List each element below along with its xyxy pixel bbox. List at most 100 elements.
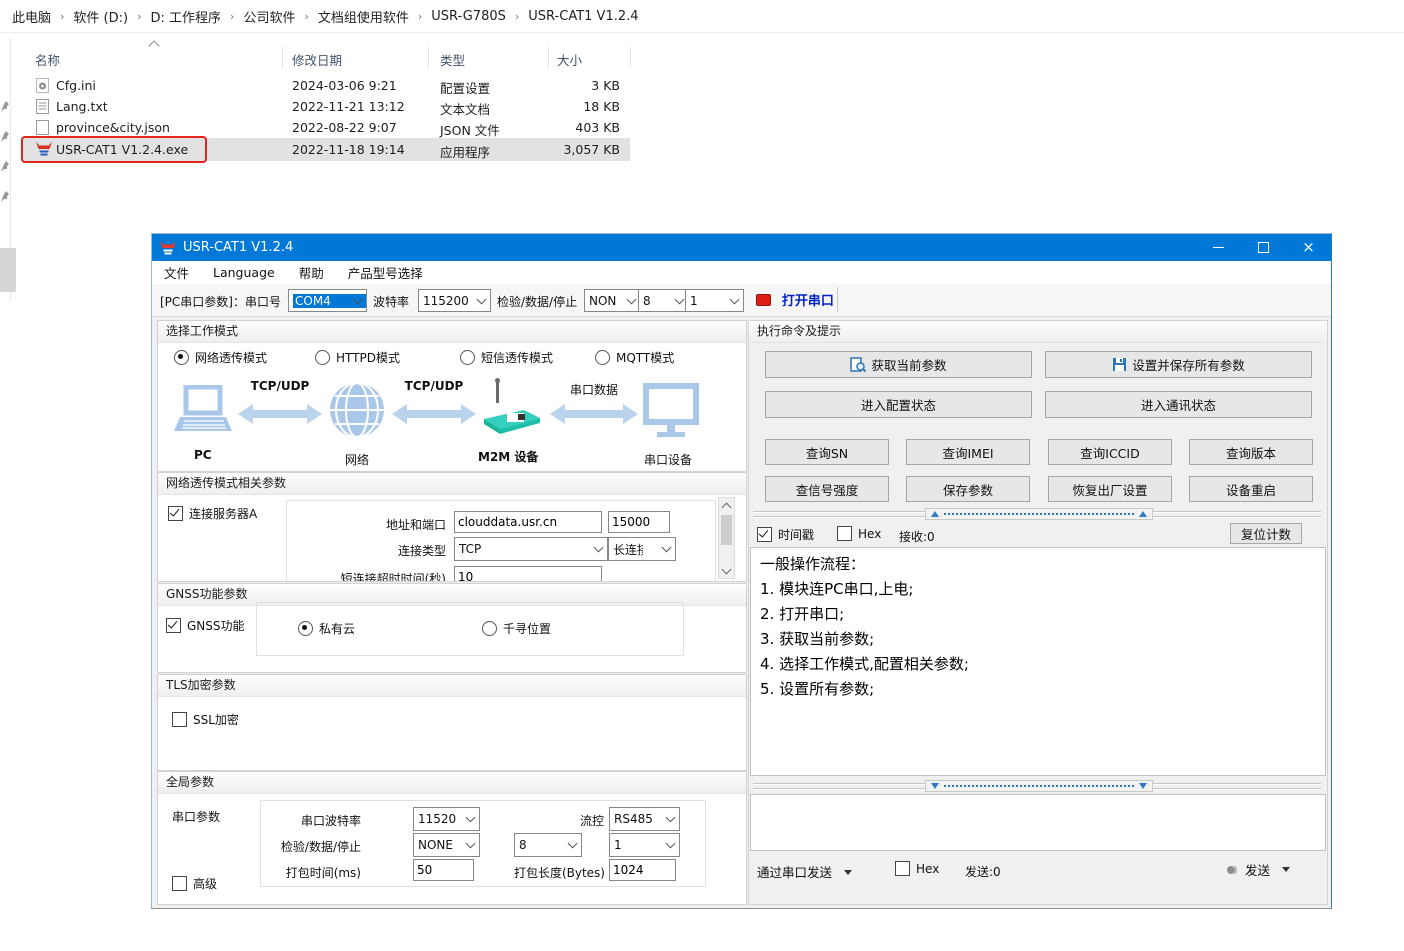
serial-data-bits-select[interactable]: 8 xyxy=(514,833,582,857)
column-header-date[interactable]: 修改日期 xyxy=(292,50,342,69)
send-via-dropdown[interactable]: 通过串口发送 xyxy=(757,862,852,881)
pin-icon xyxy=(0,190,10,203)
radio-private-cloud[interactable]: 私有云 xyxy=(298,620,355,637)
conn-keep-value: 长连接 xyxy=(613,541,643,558)
pack-time-label: 打包时间(ms) xyxy=(277,864,361,881)
column-separator[interactable] xyxy=(548,47,549,67)
pin-icon xyxy=(0,100,10,113)
query-signal-button[interactable]: 查信号强度 xyxy=(765,476,889,502)
column-separator[interactable] xyxy=(630,47,631,67)
data-bits-select[interactable]: 8 xyxy=(638,289,689,312)
stop-bits-select[interactable]: 1 xyxy=(685,289,744,312)
short-conn-timeout-input[interactable] xyxy=(454,566,602,582)
checkbox-unchecked-icon xyxy=(837,526,852,541)
scroll-down-button[interactable] xyxy=(719,563,734,578)
table-row[interactable]: province&city.json 2022-08-22 9:07 JSON … xyxy=(22,117,630,138)
radio-mqtt-mode[interactable]: MQTT模式 xyxy=(595,349,674,366)
checkbox-unchecked-icon xyxy=(172,876,187,891)
gnss-enable-checkbox[interactable]: GNSS功能 xyxy=(166,617,245,634)
query-version-button[interactable]: 查询版本 xyxy=(1189,439,1313,465)
serial-stop-bits-select[interactable]: 1 xyxy=(609,833,680,857)
radio-off-icon xyxy=(482,621,497,636)
breadcrumb-item[interactable]: 此电脑 xyxy=(12,7,51,26)
query-sn-button[interactable]: 查询SN xyxy=(765,439,889,465)
device-reboot-button[interactable]: 设备重启 xyxy=(1189,476,1313,502)
reset-count-button[interactable]: 复位计数 xyxy=(1230,523,1302,544)
menu-item-language[interactable]: Language xyxy=(213,265,275,280)
server-address-input[interactable] xyxy=(454,511,602,533)
enter-config-button[interactable]: 进入配置状态 xyxy=(765,391,1032,418)
send-input-area[interactable] xyxy=(750,794,1326,851)
checkbox-label: Hex xyxy=(858,527,881,541)
splitter-horizontal[interactable] xyxy=(753,508,1321,520)
table-row-selected[interactable]: USR-CAT1 V1.2.4.exe 2022-11-18 19:14 应用程… xyxy=(22,138,630,161)
menu-item-help[interactable]: 帮助 xyxy=(299,263,324,282)
pack-length-input[interactable] xyxy=(609,859,676,881)
splitter-handle[interactable] xyxy=(925,780,1153,792)
radio-net-transparent-mode[interactable]: 网络透传模式 xyxy=(174,349,267,366)
parity-select[interactable]: NONE xyxy=(584,289,641,312)
scroll-up-button[interactable] xyxy=(719,498,734,513)
checkbox-label: 连接服务器A xyxy=(189,505,257,522)
menu-item-product-model[interactable]: 产品型号选择 xyxy=(348,263,423,282)
collapse-down-icon[interactable] xyxy=(1139,783,1147,789)
column-header-size[interactable]: 大小 xyxy=(557,50,582,69)
maximize-button[interactable] xyxy=(1241,234,1286,261)
splitter-handle[interactable] xyxy=(925,508,1153,520)
title-bar[interactable]: USR-CAT1 V1.2.4 × xyxy=(152,234,1331,261)
radio-sms-mode[interactable]: 短信透传模式 xyxy=(460,349,553,366)
menu-item-file[interactable]: 文件 xyxy=(164,263,189,282)
factory-reset-button[interactable]: 恢复出厂设置 xyxy=(1048,476,1172,502)
collapse-down-icon[interactable] xyxy=(931,783,939,789)
com-port-select[interactable]: COM4 xyxy=(288,289,367,312)
column-header-type[interactable]: 类型 xyxy=(440,50,465,69)
advanced-checkbox[interactable]: 高级 xyxy=(172,875,217,892)
scrollbar-fragment[interactable] xyxy=(0,248,16,292)
column-header-name[interactable]: 名称 xyxy=(35,50,60,69)
save-params-button[interactable]: 保存参数 xyxy=(906,476,1030,502)
get-params-button[interactable]: 获取当前参数 xyxy=(765,351,1032,378)
breadcrumb-item[interactable]: USR-CAT1 V1.2.4 xyxy=(528,9,638,24)
connect-server-a-checkbox[interactable]: 连接服务器A xyxy=(168,505,257,522)
ssl-checkbox[interactable]: SSL加密 xyxy=(172,711,239,728)
receive-hex-checkbox[interactable]: Hex xyxy=(837,526,881,541)
send-button[interactable]: 发送 xyxy=(1225,860,1290,879)
breadcrumb-item[interactable]: D: 工作程序 xyxy=(151,7,222,26)
flow-control-select[interactable]: RS485 xyxy=(609,807,680,831)
close-button[interactable]: × xyxy=(1286,234,1331,261)
serial-parity-select[interactable]: NONE xyxy=(413,833,480,857)
table-row[interactable]: Lang.txt 2022-11-21 13:12 文本文档 18 KB xyxy=(22,96,630,117)
pack-time-input[interactable] xyxy=(413,859,474,881)
minimize-button[interactable] xyxy=(1196,234,1241,261)
conn-type-select[interactable]: TCP xyxy=(454,537,608,561)
enter-comm-button[interactable]: 进入通讯状态 xyxy=(1045,391,1312,418)
server-port-input[interactable] xyxy=(608,511,670,533)
radio-qianxun[interactable]: 千寻位置 xyxy=(482,620,551,637)
open-serial-button[interactable]: 打开串口 xyxy=(756,290,834,309)
chevron-down-icon xyxy=(1282,867,1290,872)
query-iccid-button[interactable]: 查询ICCID xyxy=(1048,439,1172,465)
breadcrumb-item[interactable]: 软件 (D:) xyxy=(73,7,128,26)
radio-httpd-mode[interactable]: HTTPD模式 xyxy=(315,349,400,366)
breadcrumb-item[interactable]: 公司软件 xyxy=(243,7,295,26)
baud-select[interactable]: 115200 xyxy=(418,289,491,312)
receive-log[interactable]: 一般操作流程： 1. 模块连PC串口,上电; 2. 打开串口; 3. 获取当前参… xyxy=(750,547,1326,776)
send-hex-checkbox[interactable]: Hex xyxy=(895,861,939,876)
set-save-all-button[interactable]: 设置并保存所有参数 xyxy=(1045,351,1312,378)
breadcrumb-item[interactable]: USR-G780S xyxy=(431,9,506,24)
column-separator[interactable] xyxy=(282,47,283,67)
serial-baud-select[interactable]: 115200 xyxy=(413,807,480,831)
query-imei-button[interactable]: 查询IMEI xyxy=(906,439,1030,465)
file-date: 2024-03-06 9:21 xyxy=(292,78,397,93)
breadcrumb-item[interactable]: 文档组使用软件 xyxy=(318,7,409,26)
column-separator[interactable] xyxy=(428,47,429,67)
collapse-up-icon[interactable] xyxy=(931,511,939,517)
scrollbar-thumb[interactable] xyxy=(721,515,732,545)
table-row[interactable]: Cfg.ini 2024-03-06 9:21 配置设置 3 KB xyxy=(22,75,630,96)
collapse-up-icon[interactable] xyxy=(1139,511,1147,517)
net-params-scrollbar[interactable] xyxy=(718,497,735,579)
timestamp-checkbox[interactable]: 时间戳 xyxy=(757,526,814,543)
splitter-horizontal[interactable] xyxy=(753,780,1321,792)
link-m2m-serial-label: 串口数据 xyxy=(556,381,632,398)
conn-keep-select[interactable]: 长连接 xyxy=(608,537,676,561)
